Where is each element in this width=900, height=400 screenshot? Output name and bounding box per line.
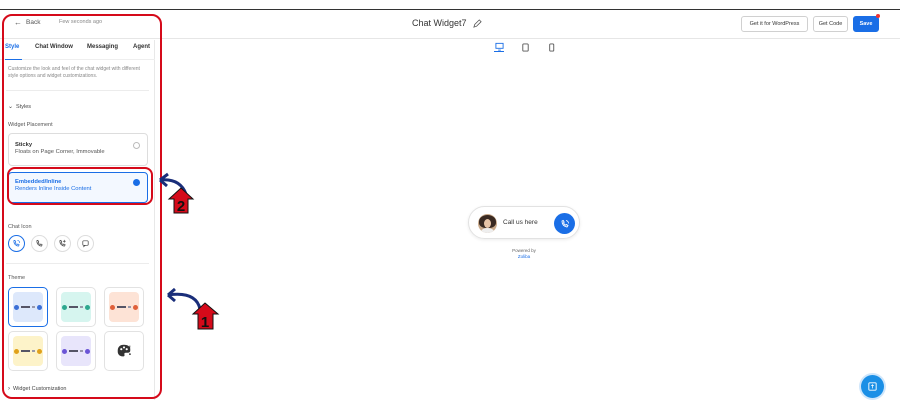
desktop-icon[interactable] (494, 42, 504, 52)
powered-by: Powered by Zoliba (500, 248, 548, 260)
phone-call-icon (561, 219, 569, 228)
annotation-badge-1: 1 (201, 314, 209, 331)
annotation-arrow-2: 2 (159, 172, 195, 215)
pencil-icon[interactable] (472, 18, 482, 28)
powered-by-brand[interactable]: Zoliba (500, 254, 548, 260)
device-toggles (494, 42, 556, 52)
save-label: Save (859, 21, 873, 27)
avatar-face (484, 219, 491, 228)
avatar-body (481, 228, 494, 233)
save-button[interactable]: Save (853, 14, 880, 32)
widget-title-text: Chat Widget7 (412, 18, 467, 28)
help-chat-button[interactable] (861, 375, 884, 398)
agent-avatar (478, 214, 497, 233)
annotation-badge-2: 2 (177, 198, 185, 215)
widget-title: Chat Widget7 (412, 18, 482, 28)
annotation-arrow-1: 1 (167, 287, 220, 331)
unsaved-dot (876, 14, 880, 18)
tablet-icon[interactable] (520, 42, 530, 52)
call-us-text: Call us here (503, 219, 538, 226)
help-book-icon (868, 382, 877, 391)
app-root: ← Back Few seconds ago Chat Widget7 Get … (0, 0, 900, 400)
annotation-outline-embedded (7, 167, 153, 205)
get-code-button[interactable]: Get Code (813, 16, 848, 32)
mobile-icon[interactable] (546, 42, 556, 52)
call-widget-preview[interactable]: Call us here (468, 206, 580, 239)
get-wordpress-button[interactable]: Get it for WordPress (741, 16, 808, 32)
call-button[interactable] (554, 213, 575, 234)
